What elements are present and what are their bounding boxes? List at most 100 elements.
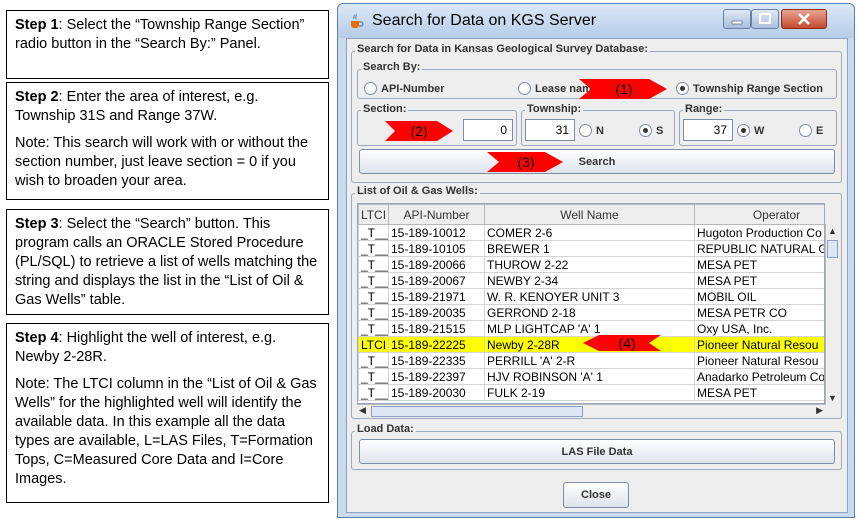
cell-ltci[interactable]: _T__ (358, 272, 389, 289)
cell-api-number[interactable]: 15-189-21515 (388, 320, 485, 337)
step-3-text: Step 3: Select the “Search” button. This… (15, 215, 320, 310)
search-button[interactable]: Search (359, 149, 835, 174)
range-west-label: W (754, 125, 765, 137)
township-south-radio[interactable] (639, 124, 652, 137)
table-row[interactable]: _T__ 15-189-20067 NEWBY 2-34 MESA PET (358, 272, 824, 289)
range-west-radio[interactable] (737, 124, 750, 137)
cell-api-number[interactable]: 15-189-22397 (388, 368, 485, 385)
scroll-up-arrow-icon[interactable]: ▲ (828, 226, 837, 236)
cell-ltci[interactable]: _T__ (358, 352, 389, 369)
cell-well-name[interactable]: NEWBY 2-34 (484, 272, 695, 289)
callout-label-1: (1) (615, 81, 633, 97)
step-2-text: Step 2: Enter the area of interest, e.g.… (15, 88, 320, 126)
wells-table-viewport: LTCI API-Number Well Name Operator _T__ 1… (357, 203, 825, 404)
table-row[interactable]: _T__ 15-189-10012 COMER 2-6 Hugoton Product… (358, 224, 824, 241)
close-icon (798, 13, 810, 25)
scroll-right-arrow-icon[interactable]: ▶ (816, 405, 823, 416)
cell-api-number[interactable]: 15-189-20066 (388, 256, 485, 273)
cell-api-number[interactable]: 15-189-22335 (388, 352, 485, 369)
cell-operator[interactable]: MOBIL OIL (694, 288, 824, 305)
wells-table-body: _T__ 15-189-10012 COMER 2-6 Hugoton Product… (358, 224, 824, 401)
township-range-section-radio[interactable] (676, 82, 689, 95)
cell-operator[interactable]: Hugoton Production Co (694, 224, 824, 241)
cell-api-number[interactable]: 15-189-20035 (388, 304, 485, 321)
section-input[interactable]: 0 (463, 119, 513, 141)
cell-api-number[interactable]: 15-189-10012 (388, 224, 485, 241)
cell-api-number[interactable]: 15-189-20067 (388, 272, 485, 289)
cell-ltci[interactable]: _T__ (358, 304, 389, 321)
step-1-box: Step 1: Select the “Township Range Secti… (6, 10, 329, 79)
scroll-down-arrow-icon[interactable]: ▼ (828, 393, 837, 403)
table-row[interactable]: _T__ 15-189-20035 GERROND 2-18 MESA PETR CO (358, 304, 824, 321)
step-4-box: Step 4: Highlight the well of interest, … (6, 323, 329, 503)
cell-ltci[interactable]: _T__ (358, 384, 389, 401)
cell-well-name[interactable]: THUROW 2-22 (484, 256, 695, 273)
step-4-heading: Step 4 (15, 330, 59, 346)
step-2-note: Note: This search will work with or with… (15, 135, 309, 189)
scroll-thumb-horizontal[interactable] (371, 406, 583, 417)
scroll-left-arrow-icon[interactable]: ◀ (359, 405, 366, 416)
lease-name-radio[interactable] (518, 82, 531, 95)
cell-ltci[interactable]: _T__ (358, 256, 389, 273)
cell-well-name[interactable]: COMER 2-6 (484, 224, 695, 241)
table-row[interactable]: _T__ 15-189-22397 HJV ROBINSON 'A' 1 Anadar… (358, 368, 824, 385)
cell-well-name[interactable]: GERROND 2-18 (484, 304, 695, 321)
close-button[interactable]: Close (563, 482, 629, 508)
cell-well-name[interactable]: FULK 2-19 (484, 384, 695, 401)
cell-api-number[interactable]: 15-189-20030 (388, 384, 485, 401)
cell-ltci[interactable]: LTCI (358, 336, 389, 353)
cell-api-number[interactable]: 15-189-21971 (388, 288, 485, 305)
range-east-radio[interactable] (799, 124, 812, 137)
cell-well-name[interactable]: HJV ROBINSON 'A' 1 (484, 368, 695, 385)
callout-label-4: (4) (618, 335, 636, 351)
wells-panel-label: List of Oil & Gas Wells: (355, 185, 480, 197)
cell-operator[interactable]: MESA PET (694, 384, 824, 401)
cell-api-number[interactable]: 15-189-22225 (388, 336, 485, 353)
title-bar[interactable]: Search for Data on KGS Server (338, 4, 854, 38)
search-by-label: Search By: (361, 61, 423, 73)
township-north-radio[interactable] (579, 124, 592, 137)
cell-operator[interactable]: REPUBLIC NATURAL G (694, 240, 824, 257)
cell-operator[interactable]: Pioneer Natural Resou (694, 352, 824, 369)
column-header-ltci[interactable]: LTCI (358, 204, 389, 225)
cell-ltci[interactable]: _T__ (358, 240, 389, 257)
cell-operator[interactable]: MESA PET (694, 256, 824, 273)
window-content: Search for Data in Kansas Geological Sur… (346, 38, 848, 513)
table-row[interactable]: _T__ 15-189-10105 BREWER 1 REPUBLIC NATURAL… (358, 240, 824, 257)
cell-api-number[interactable]: 15-189-10105 (388, 240, 485, 257)
cell-operator[interactable]: Anadarko Petroleum Co (694, 368, 824, 385)
wells-horizontal-scrollbar[interactable]: ◀ ▶ (357, 404, 825, 418)
cell-ltci[interactable]: _T__ (358, 288, 389, 305)
cell-ltci[interactable]: _T__ (358, 224, 389, 241)
cell-operator[interactable]: MESA PETR CO (694, 304, 824, 321)
table-row[interactable]: _T__ 15-189-22335 PERRILL 'A' 2-R Pioneer N… (358, 352, 824, 369)
column-header-operator[interactable]: Operator (694, 204, 824, 225)
callout-arrow-3: (3) (487, 152, 563, 172)
wells-vertical-scrollbar[interactable]: ▲ ▼ (825, 224, 839, 405)
cell-well-name[interactable]: BREWER 1 (484, 240, 695, 257)
range-input[interactable]: 37 (683, 119, 733, 141)
maximize-button[interactable] (751, 9, 779, 29)
cell-ltci[interactable]: _T__ (358, 320, 389, 337)
cell-ltci[interactable]: _T__ (358, 368, 389, 385)
cell-operator[interactable]: MESA PET (694, 272, 824, 289)
table-row[interactable]: _T__ 15-189-20030 FULK 2-19 MESA PET (358, 384, 824, 401)
api-number-radio[interactable] (364, 82, 377, 95)
scroll-thumb-vertical[interactable] (827, 240, 838, 258)
las-file-data-button[interactable]: LAS File Data (359, 439, 835, 464)
cell-operator[interactable]: Pioneer Natural Resou (694, 336, 824, 353)
step-3-heading: Step 3 (15, 216, 59, 232)
cell-well-name[interactable]: PERRILL 'A' 2-R (484, 352, 695, 369)
window-title: Search for Data on KGS Server (372, 12, 597, 29)
table-row[interactable]: _T__ 15-189-21971 W. R. KENOYER UNIT 3 MOBI… (358, 288, 824, 305)
table-row[interactable]: _T__ 15-189-20066 THUROW 2-22 MESA PET (358, 256, 824, 273)
column-header-well-name[interactable]: Well Name (484, 204, 695, 225)
column-header-api-number[interactable]: API-Number (388, 204, 485, 225)
close-window-button[interactable] (781, 9, 827, 29)
cell-well-name[interactable]: W. R. KENOYER UNIT 3 (484, 288, 695, 305)
minimize-button[interactable] (723, 9, 751, 29)
township-range-section-label: Township Range Section (693, 83, 823, 95)
township-input[interactable]: 31 (525, 119, 575, 141)
township-north-label: N (596, 125, 604, 137)
cell-operator[interactable]: Oxy USA, Inc. (694, 320, 824, 337)
